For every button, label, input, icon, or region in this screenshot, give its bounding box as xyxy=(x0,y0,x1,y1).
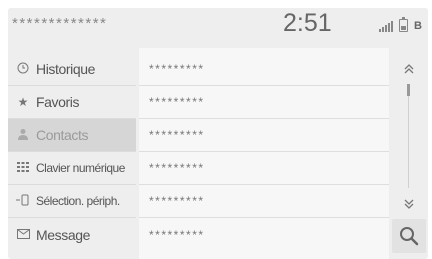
list-item[interactable]: ********* xyxy=(139,185,389,218)
signal-icon xyxy=(379,20,394,32)
list-item[interactable]: ********* xyxy=(139,152,389,185)
clock: 2:51 xyxy=(283,9,332,37)
device-select-icon xyxy=(16,194,30,209)
list-item[interactable]: ********* xyxy=(139,53,389,86)
sidebar-item-label: Contacts xyxy=(36,127,89,143)
list-item[interactable]: ********* xyxy=(139,218,389,251)
battery-icon xyxy=(399,17,409,32)
sidebar-item-favoris[interactable]: ★ Favoris xyxy=(8,86,136,119)
sidebar-item-selection-peripherique[interactable]: Sélection. périph. xyxy=(8,185,136,218)
sidebar-item-label: Favoris xyxy=(36,94,80,110)
list-item[interactable]: ********* xyxy=(139,119,389,152)
star-icon: ★ xyxy=(17,95,29,109)
sidebar-item-clavier[interactable]: Clavier numérique xyxy=(8,152,136,185)
list-item[interactable]: ********* xyxy=(139,86,389,119)
sidebar-item-label: Historique xyxy=(36,61,96,77)
sidebar: Historique ★ Favoris Contacts Clavier nu… xyxy=(8,48,136,259)
search-button[interactable] xyxy=(392,219,426,253)
message-icon xyxy=(16,228,30,242)
status-bar: ************* 2:51 B xyxy=(8,8,428,40)
device-name: ************* xyxy=(12,15,108,32)
sidebar-item-historique[interactable]: Historique xyxy=(8,53,136,86)
phone-screen: ************* 2:51 B Historique ★ Favori… xyxy=(8,8,428,259)
sidebar-item-contacts[interactable]: Contacts xyxy=(8,119,136,152)
sidebar-item-label: Message xyxy=(36,226,91,243)
bluetooth-icon: B xyxy=(414,20,422,32)
contact-list: ********* ********* ********* ********* … xyxy=(139,48,389,259)
scroll-down-button[interactable] xyxy=(389,189,428,219)
sidebar-item-label: Sélection. périph. xyxy=(36,194,120,208)
sidebar-item-message[interactable]: Message xyxy=(8,218,136,251)
status-icons: B xyxy=(379,17,422,32)
keypad-icon xyxy=(16,161,30,176)
clock-icon xyxy=(16,62,30,77)
double-chevron-up-icon xyxy=(404,64,413,74)
scroll-up-button[interactable] xyxy=(389,54,428,84)
double-chevron-down-icon xyxy=(404,199,413,209)
search-icon xyxy=(400,227,419,246)
contacts-icon xyxy=(16,128,30,143)
scrollbar-track[interactable] xyxy=(408,84,409,188)
scroll-column xyxy=(389,48,428,259)
scrollbar-thumb[interactable] xyxy=(407,84,410,96)
sidebar-item-label: Clavier numérique xyxy=(36,161,125,175)
